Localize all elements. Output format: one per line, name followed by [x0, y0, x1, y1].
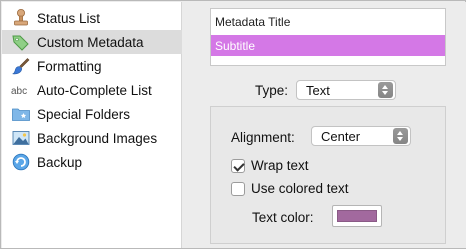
sidebar-item-label: Backup	[37, 154, 83, 170]
sidebar-item-auto-complete-list[interactable]: abc Auto-Complete List	[2, 78, 182, 102]
paintbrush-icon	[11, 56, 31, 76]
alignment-popup-value: Center	[321, 128, 361, 144]
image-icon	[11, 128, 31, 148]
wrap-text-checkbox[interactable]	[231, 159, 245, 173]
use-colored-text-label: Use colored text	[251, 181, 349, 196]
chevron-up-down-icon	[378, 82, 393, 98]
type-label: Type:	[255, 83, 289, 98]
text-color-well[interactable]	[332, 205, 382, 227]
metadata-list[interactable]: Metadata Title Subtitle	[210, 8, 446, 66]
sidebar-item-label: Auto-Complete List	[37, 82, 152, 98]
svg-text:abc: abc	[11, 86, 27, 97]
sidebar-item-label: Background Images	[37, 130, 158, 146]
alignment-popup[interactable]: Center	[311, 126, 411, 146]
options-group: Alignment: Center Wrap text Use colored …	[210, 106, 446, 244]
text-color-label: Text color:	[252, 210, 314, 225]
backup-icon	[11, 152, 31, 172]
sidebar-item-status-list[interactable]: Status List	[2, 6, 182, 30]
sidebar-item-formatting[interactable]: Formatting	[2, 54, 182, 78]
sidebar-item-special-folders[interactable]: Special Folders	[2, 102, 182, 126]
alignment-label: Alignment:	[231, 130, 295, 145]
chevron-up-down-icon	[393, 128, 408, 144]
sidebar-item-label: Custom Metadata	[37, 34, 144, 50]
sidebar-item-backup[interactable]: Backup	[2, 150, 182, 174]
sidebar-item-label: Status List	[37, 10, 101, 26]
folder-icon	[11, 104, 31, 124]
sidebar-item-label: Special Folders	[37, 106, 131, 122]
settings-pane: Metadata Title Subtitle Type: Text Align…	[193, 2, 466, 248]
abc-icon: abc	[11, 80, 31, 100]
preferences-window: Status List Custom Metadata Formatting a…	[0, 0, 466, 249]
use-colored-text-checkbox[interactable]	[231, 182, 245, 196]
tag-icon	[11, 32, 31, 52]
sidebar-item-custom-metadata[interactable]: Custom Metadata	[2, 30, 182, 54]
sidebar-item-background-images[interactable]: Background Images	[2, 126, 182, 150]
list-item[interactable]: Metadata Title	[211, 12, 445, 32]
sidebar-item-label: Formatting	[37, 58, 102, 74]
list-item-label: Subtitle	[215, 38, 256, 53]
type-popup-value: Text	[306, 82, 330, 98]
wrap-text-label: Wrap text	[251, 158, 309, 173]
sidebar: Status List Custom Metadata Formatting a…	[2, 2, 182, 248]
stamp-icon	[11, 8, 31, 28]
list-item-label: Metadata Title	[215, 15, 291, 29]
color-swatch	[337, 210, 377, 222]
list-item-selected[interactable]: Subtitle	[211, 35, 445, 56]
type-popup[interactable]: Text	[296, 80, 396, 100]
